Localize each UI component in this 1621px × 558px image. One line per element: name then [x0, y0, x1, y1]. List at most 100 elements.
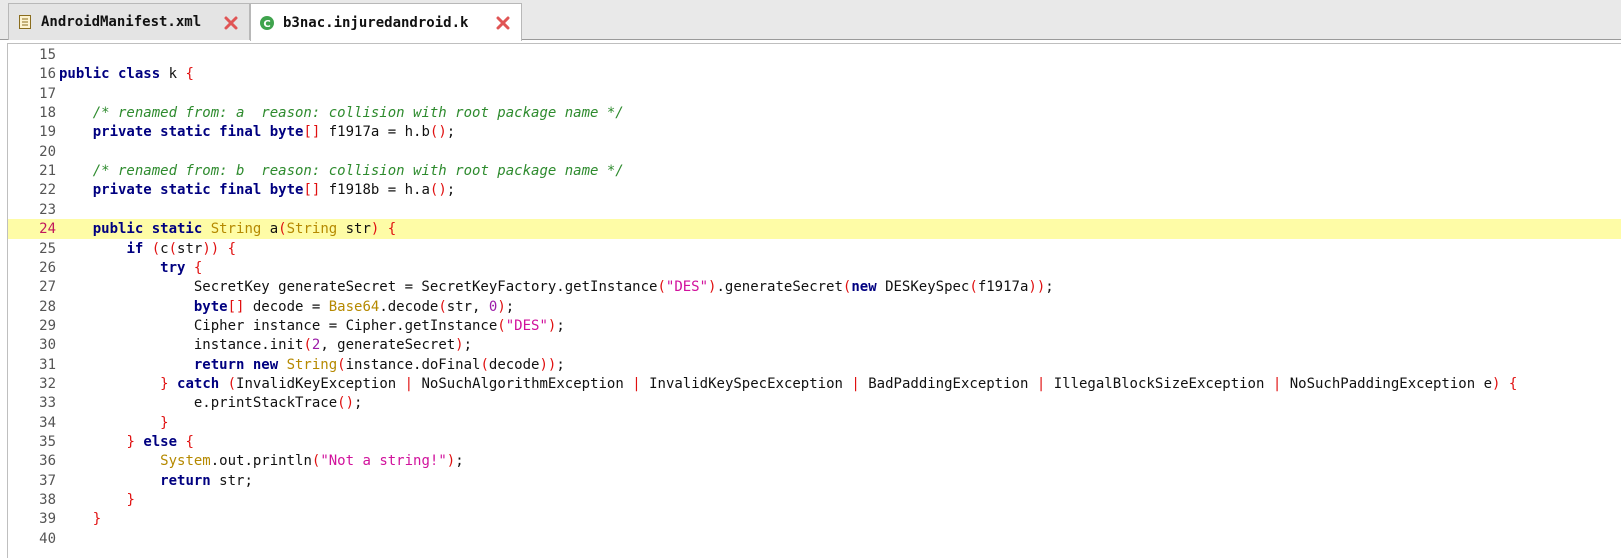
- line-number: 21: [39, 163, 56, 180]
- code-area[interactable]: 15 16 public class k {17 18 /* renamed fro…: [7, 43, 1621, 558]
- tab-androidmanifest[interactable]: AndroidManifest.xml: [8, 3, 250, 40]
- tab-label: b3nac.injuredandroid.k: [283, 14, 469, 31]
- code-token: instance.init: [59, 337, 304, 354]
- xml-file-icon: [17, 14, 33, 30]
- code-line[interactable]: 16 public class k {: [8, 64, 1621, 84]
- line-number: 27: [39, 279, 56, 296]
- code-token: BadPaddingException: [859, 375, 1037, 392]
- code-text: e.printStackTrace();: [59, 393, 363, 413]
- code-token: InvalidKeySpecException: [640, 375, 852, 392]
- code-line[interactable]: 20: [8, 142, 1621, 162]
- code-token: Base64: [328, 298, 380, 315]
- code-token: }: [92, 511, 102, 528]
- line-number: 32: [39, 375, 56, 392]
- code-token: []: [303, 182, 321, 199]
- code-line[interactable]: 36 System.out.println("Not a string!");: [8, 451, 1621, 471]
- code-line[interactable]: 31 return new String(instance.doFinal(de…: [8, 355, 1621, 375]
- code-token: DESKeySpec: [885, 279, 970, 296]
- code-token: public class: [59, 66, 169, 83]
- code-token: (: [303, 337, 312, 354]
- line-number: 33: [39, 395, 56, 412]
- code-text: } else {: [59, 432, 193, 452]
- code-token: System: [160, 453, 211, 470]
- code-text: public class k {: [59, 64, 194, 84]
- code-line[interactable]: 40: [8, 529, 1621, 549]
- code-token: (: [657, 279, 666, 296]
- code-token: ;: [556, 317, 565, 334]
- code-token: private static final: [92, 124, 270, 141]
- line-number: 20: [39, 143, 56, 160]
- line-number: 15: [39, 47, 56, 63]
- code-token: {: [185, 66, 194, 83]
- code-token: /* renamed from: a reason: collision wit…: [92, 105, 624, 122]
- code-line[interactable]: 19 private static final byte[] f1917a = …: [8, 122, 1621, 142]
- code-line[interactable]: 25 if (c(str)) {: [8, 239, 1621, 259]
- code-line[interactable]: 28 byte[] decode = Base64.decode(str, 0)…: [8, 297, 1621, 317]
- code-token: }: [126, 492, 135, 509]
- code-line[interactable]: 27 SecretKey generateSecret = SecretKeyF…: [8, 277, 1621, 297]
- code-line[interactable]: 30 instance.init(2, generateSecret);: [8, 335, 1621, 355]
- code-token: NoSuchPaddingException e: [1281, 375, 1492, 392]
- code-token: byte: [193, 298, 228, 315]
- code-token: str: [177, 240, 203, 257]
- code-token: str;: [219, 472, 253, 489]
- code-token: new: [851, 279, 886, 296]
- code-line[interactable]: 23: [8, 200, 1621, 220]
- code-token: (: [969, 279, 978, 296]
- code-token: e.printStackTrace: [59, 395, 338, 412]
- code-line[interactable]: 21 /* renamed from: b reason: collision …: [8, 161, 1621, 181]
- code-line[interactable]: 35 } else {: [8, 432, 1621, 452]
- close-icon[interactable]: [223, 15, 239, 31]
- code-token: .decode: [379, 298, 439, 315]
- code-line[interactable]: 26 try {: [8, 258, 1621, 278]
- code-token: Cipher instance = Cipher.getInstance: [59, 317, 498, 334]
- code-line[interactable]: 33 e.printStackTrace();: [8, 393, 1621, 413]
- line-number: 28: [39, 298, 56, 315]
- tab-b3nac-injuredandroid-k[interactable]: C b3nac.injuredandroid.k: [250, 3, 522, 41]
- code-text: try {: [59, 258, 202, 278]
- line-number: 18: [39, 105, 56, 122]
- code-line[interactable]: 34 }: [8, 413, 1621, 433]
- code-token: str: [337, 221, 371, 238]
- code-token: ): [446, 453, 456, 470]
- code-token: (: [480, 356, 489, 373]
- close-icon[interactable]: [495, 15, 511, 31]
- code-token: ;: [446, 124, 456, 141]
- code-token: )): [539, 356, 557, 373]
- code-token: .generateSecret: [716, 279, 843, 296]
- code-line[interactable]: 29 Cipher instance = Cipher.getInstance(…: [8, 316, 1621, 336]
- code-editor[interactable]: 15 16 public class k {17 18 /* renamed fro…: [0, 40, 1621, 558]
- code-token: IllegalBlockSizeException: [1045, 375, 1273, 392]
- code-token: (: [278, 221, 287, 238]
- code-line[interactable]: 39 }: [8, 509, 1621, 529]
- code-token: (: [151, 240, 161, 257]
- line-number: 37: [39, 472, 56, 489]
- code-line[interactable]: 24 public static String a(String str) {: [8, 219, 1621, 240]
- code-line[interactable]: 17: [8, 84, 1621, 104]
- code-text: byte[] decode = Base64.decode(str, 0);: [59, 297, 514, 317]
- line-number: 36: [39, 453, 56, 470]
- code-token: f1917a = h.b: [320, 124, 430, 141]
- code-line[interactable]: 15: [8, 45, 1621, 65]
- code-line[interactable]: 18 /* renamed from: a reason: collision …: [8, 103, 1621, 123]
- line-number: 29: [39, 317, 56, 334]
- line-number: 40: [39, 530, 56, 547]
- code-token: )): [1028, 279, 1046, 296]
- code-line[interactable]: 37 return str;: [8, 471, 1621, 491]
- code-line[interactable]: 32 } catch (InvalidKeyException | NoSuch…: [8, 374, 1621, 394]
- svg-text:C: C: [263, 19, 270, 30]
- code-token: ;: [354, 395, 363, 412]
- code-token: /* renamed from: b reason: collision wit…: [92, 163, 624, 180]
- code-line[interactable]: 38 }: [8, 490, 1621, 510]
- code-line[interactable]: 22 private static final byte[] f1918b = …: [8, 180, 1621, 200]
